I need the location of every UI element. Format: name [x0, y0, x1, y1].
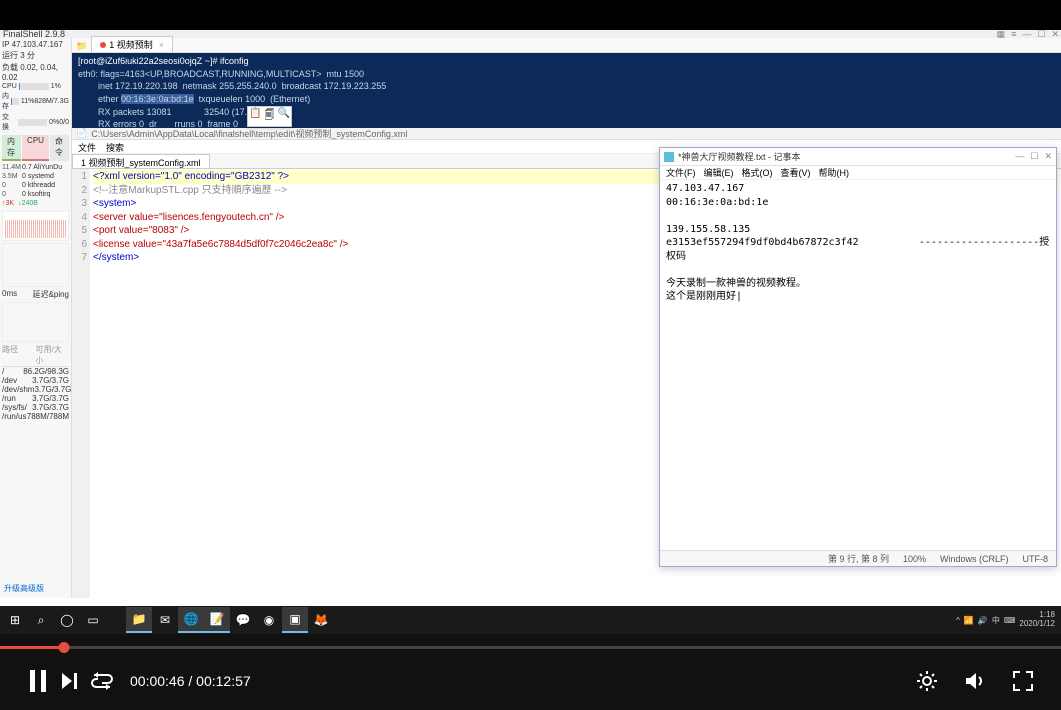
uptime: 运行 3 分 — [2, 50, 69, 61]
menu-file[interactable]: 文件 — [78, 141, 96, 152]
table-row: /sys/fs/3.7G/3.7G — [2, 403, 69, 412]
volume-icon[interactable]: 🔊 — [978, 616, 988, 625]
resource-tabs: 内存 CPU 命令 — [2, 135, 69, 161]
table-row: /dev3.7G/3.7G — [2, 376, 69, 385]
table-row: /86.2G/98.3G — [2, 367, 69, 376]
terminal-tab[interactable]: 1 视频预制 × — [91, 36, 173, 52]
wechat-icon[interactable]: 💬 — [230, 607, 256, 633]
menu-search[interactable]: 搜索 — [106, 141, 124, 152]
notepad-menu: 文件(F) 编辑(E) 格式(O) 查看(V) 帮助(H) — [660, 166, 1056, 180]
list-item: 3.5M0 systemd — [2, 172, 69, 181]
pause-button[interactable] — [22, 665, 54, 697]
search-icon[interactable]: 🔍 — [277, 108, 289, 125]
maximize-icon[interactable]: ☐ — [1030, 151, 1038, 162]
notepad-statusbar: 第 9 行, 第 8 列 100% Windows (CRLF) UTF-8 — [660, 550, 1056, 566]
disk-table: 路径可用/大小 /86.2G/98.3G /dev3.7G/3.7G /dev/… — [2, 344, 69, 421]
mem-row: 内存 11% 828M/7.3G — [2, 91, 69, 111]
loop-button[interactable] — [86, 665, 118, 697]
cpu-row: CPU 1% — [2, 83, 69, 90]
network-icon[interactable]: 📶 — [964, 616, 974, 625]
copy-icon[interactable]: 🗐 — [264, 108, 274, 125]
table-row: /run/us788M/788M — [2, 412, 69, 421]
load-avg: 负载 0.02, 0.04, 0.02 — [2, 62, 69, 82]
firefox-icon[interactable]: 🦊 — [308, 607, 334, 633]
notepad-title-text: *神兽大厅视频教程.txt - 记事本 — [678, 150, 801, 163]
notepad-pp-icon[interactable]: 📝 — [204, 607, 230, 633]
minimize-icon[interactable]: — — [1015, 151, 1024, 162]
editor-tab[interactable]: 1 视频预制_systemConfig.xml — [72, 154, 210, 168]
windows-taskbar: ⊞ ⌕ ◯ ▭ 📁 ✉ 🌐 📝 💬 ◉ ▣ 🦊 ^ 📶 🔊 中 ⌨ 1:18 2… — [0, 606, 1061, 634]
explorer-icon[interactable]: 📁 — [126, 607, 152, 633]
notepad-textarea[interactable]: 47.103.47.167 00:16:3e:0a:bd:1e 139.155.… — [660, 180, 1056, 550]
fullscreen-button[interactable] — [1007, 665, 1039, 697]
progress-played — [0, 646, 64, 649]
list-item: 11.4M0.7 AliYunDu — [2, 163, 69, 172]
file-icon: 📄 — [76, 128, 87, 139]
host-ip: IP 47.103.47.167 — [2, 40, 69, 49]
tab-cmd[interactable]: 命令 — [50, 135, 69, 161]
floating-toolbar[interactable]: 📋 🗐 🔍 — [247, 106, 292, 127]
progress-thumb[interactable] — [58, 642, 69, 653]
next-button[interactable] — [54, 665, 86, 697]
status-dot-icon — [100, 42, 106, 48]
desktop-screenshot: FinalShell 2.9.8 ▦ ≡ — ☐ ✕ IP 47.103.47.… — [0, 30, 1061, 634]
stats-sidebar: IP 47.103.47.167 运行 3 分 负载 0.02, 0.04, 0… — [0, 38, 72, 598]
process-list: 11.4M0.7 AliYunDu 3.5M0 systemd 00 kthre… — [2, 163, 69, 199]
taskbar-clock[interactable]: 1:18 2020/1/12 — [1019, 611, 1055, 629]
menu-view[interactable]: 查看(V) — [781, 166, 811, 179]
volume-button[interactable] — [959, 665, 991, 697]
terminal-output[interactable]: [root@iZuf6iuki22a2seosi0ojqZ ~]# ifconf… — [72, 53, 1061, 128]
system-tray[interactable]: ^ 📶 🔊 中 ⌨ 1:18 2020/1/12 — [956, 611, 1059, 629]
cortana-icon[interactable]: ▭ — [80, 607, 106, 633]
paste-icon[interactable]: 📋 — [249, 108, 261, 125]
menu-help[interactable]: 帮助(H) — [819, 166, 850, 179]
line-gutter: 1234567 — [72, 169, 90, 598]
finalshell-icon[interactable]: ▣ — [282, 607, 308, 633]
chevron-up-icon[interactable]: ^ — [956, 616, 960, 625]
chrome-icon[interactable]: ◉ — [256, 607, 282, 633]
search-icon[interactable]: ⌕ — [28, 607, 54, 633]
tab-cpu[interactable]: CPU — [22, 135, 49, 161]
swap-row: 交换 0% 0/0 — [2, 112, 69, 132]
menu-file[interactable]: 文件(F) — [666, 166, 696, 179]
notepad-titlebar[interactable]: *神兽大厅视频教程.txt - 记事本 — ☐ ✕ — [660, 148, 1056, 166]
editor-path-bar: 📄 C:\Users\Admin\AppData\Local\finalshel… — [72, 128, 1061, 140]
settings-button[interactable] — [911, 665, 943, 697]
menu-edit[interactable]: 编辑(E) — [704, 166, 734, 179]
notepad-window[interactable]: *神兽大厅视频教程.txt - 记事本 — ☐ ✕ 文件(F) 编辑(E) 格式… — [659, 147, 1057, 567]
video-player-controls: 00:00:46 / 00:12:57 — [0, 634, 1061, 710]
menu-format[interactable]: 格式(O) — [742, 166, 773, 179]
notepad-icon — [664, 152, 674, 162]
upgrade-link[interactable]: 升级高级版 — [4, 583, 44, 594]
net-row: ↑3K ↓240B — [2, 200, 69, 207]
list-item: 00 ksoftirq — [2, 190, 69, 199]
ime-icon[interactable]: 中 — [992, 615, 1000, 626]
ping-chart — [2, 243, 69, 287]
tab-ram[interactable]: 内存 — [2, 135, 21, 161]
close-icon[interactable]: ✕ — [1044, 151, 1052, 162]
table-row: /run3.7G/3.7G — [2, 394, 69, 403]
keyboard-icon[interactable]: ⌨ — [1004, 616, 1016, 625]
ping-chart-2 — [2, 302, 69, 342]
net-sparkline — [2, 211, 69, 241]
table-row: /dev/shm3.7G/3.7G — [2, 385, 69, 394]
close-tab-icon[interactable]: × — [159, 40, 164, 50]
task-view-icon[interactable]: ◯ — [54, 607, 80, 633]
ping-label: 0ms延迟&ping — [2, 289, 69, 300]
edge-icon[interactable]: 🌐 — [178, 607, 204, 633]
mail-icon[interactable]: ✉ — [152, 607, 178, 633]
folder-icon[interactable]: 📁 — [72, 41, 91, 52]
start-button[interactable]: ⊞ — [2, 607, 28, 633]
list-item: 00 kthreadd — [2, 181, 69, 190]
playback-time: 00:00:46 / 00:12:57 — [130, 673, 251, 689]
progress-bar[interactable] — [0, 634, 1061, 652]
terminal-tabs: 📁 1 视频预制 × — [72, 38, 1061, 53]
